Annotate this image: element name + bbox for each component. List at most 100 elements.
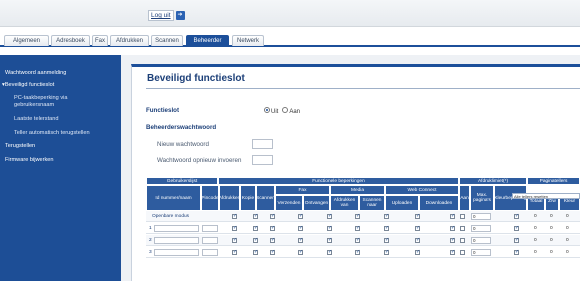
table-row: 2 0 0 0 0 — [146, 235, 580, 246]
checkbox[interactable] — [514, 213, 519, 219]
checkbox[interactable] — [270, 237, 275, 243]
checkbox[interactable] — [415, 249, 420, 255]
checkbox[interactable] — [460, 250, 465, 255]
top-bar: Log uit ➜ — [0, 0, 580, 27]
tab-fax[interactable]: Fax — [92, 35, 108, 46]
tab-bar: Algemeen Adresboek Fax Afdrukken Scannen… — [0, 35, 580, 47]
checkbox[interactable] — [460, 214, 465, 219]
header-downloaden: Downloaden — [419, 195, 459, 211]
tab-algemeen[interactable]: Algemeen — [4, 35, 49, 46]
checkbox[interactable] — [232, 213, 237, 219]
checkbox[interactable] — [514, 249, 519, 255]
header-gebruikerslijst: Gebruikerslijst — [146, 177, 218, 185]
counter-color: 0 — [566, 238, 569, 243]
table-row: 3 0 0 0 0 — [146, 247, 580, 258]
checkbox[interactable] — [327, 213, 332, 219]
radio-aan-button[interactable] — [282, 107, 289, 113]
checkbox[interactable] — [355, 237, 360, 243]
checkbox[interactable] — [298, 213, 303, 219]
checkbox[interactable] — [384, 237, 389, 243]
header-ontvangen: Ontvangen — [303, 195, 330, 211]
sidebar-item-beveiligd-functieslot[interactable]: ▾Beveiligd functieslot — [2, 82, 54, 89]
checkbox[interactable] — [270, 249, 275, 255]
checkbox[interactable] — [327, 237, 332, 243]
checkbox[interactable] — [253, 237, 258, 243]
checkbox[interactable] — [232, 237, 237, 243]
checkbox[interactable] — [460, 226, 465, 231]
checkbox[interactable] — [450, 249, 455, 255]
sidebar-item-laatste-tellerstand[interactable]: Laatste telerstand — [14, 116, 58, 123]
checkbox[interactable] — [253, 213, 258, 219]
checkbox[interactable] — [298, 249, 303, 255]
checkbox[interactable] — [327, 249, 332, 255]
checkbox[interactable] — [415, 237, 420, 243]
sidebar-item-wachtwoord-aanmelding[interactable]: Wachtwoord aanmelding — [5, 70, 66, 77]
checkbox[interactable] — [384, 225, 389, 231]
max-pages-input[interactable]: 0 — [471, 225, 491, 232]
arrow-right-icon[interactable]: ➜ — [175, 11, 185, 20]
max-pages-input[interactable]: 0 — [471, 237, 491, 244]
max-pages-input[interactable]: 0 — [471, 213, 491, 220]
header-uploaden: Uploaden — [385, 195, 419, 211]
radio-aan[interactable]: Aan — [282, 107, 300, 115]
pin-input[interactable] — [202, 237, 218, 244]
checkbox[interactable] — [450, 237, 455, 243]
tab-scannen[interactable]: Scannen — [151, 35, 183, 46]
checkbox[interactable] — [355, 249, 360, 255]
checkbox[interactable] — [460, 238, 465, 243]
counter-color: 0 — [566, 214, 569, 219]
counter-total: 0 — [534, 226, 537, 231]
reset-counters-select[interactable]: Alle tellers resetten — [512, 193, 580, 199]
checkbox[interactable] — [514, 237, 519, 243]
header-aan: Aan — [459, 185, 470, 211]
retype-password-label: Wachtwoord opnieuw invoeren — [157, 157, 242, 164]
header-fax: Fax — [275, 185, 330, 195]
checkbox[interactable] — [514, 225, 519, 231]
checkbox[interactable] — [298, 225, 303, 231]
pin-input[interactable] — [202, 249, 218, 256]
sidebar-item-terugstellen[interactable]: Terugstellen — [5, 143, 35, 150]
radio-uit-label: Uit — [271, 109, 279, 115]
logout-label[interactable]: Log uit — [148, 10, 174, 21]
row-number: 3 — [149, 250, 152, 255]
tab-afdrukken[interactable]: Afdrukken — [110, 35, 149, 46]
counter-color: 0 — [566, 250, 569, 255]
checkbox[interactable] — [415, 225, 420, 231]
checkbox[interactable] — [298, 237, 303, 243]
checkbox[interactable] — [450, 213, 455, 219]
new-password-field[interactable] — [252, 139, 273, 149]
checkbox[interactable] — [232, 249, 237, 255]
max-pages-input[interactable]: 0 — [471, 249, 491, 256]
checkbox[interactable] — [253, 225, 258, 231]
user-name-input[interactable] — [154, 249, 199, 256]
sidebar-item-teller-terugstellen[interactable]: Teller automatisch terugstellen — [14, 130, 90, 137]
counter-total: 0 — [534, 214, 537, 219]
sidebar-item-pc-taakbeperking[interactable]: PC-taakbeperking via — [14, 95, 67, 102]
sidebar-item-firmware-bijwerken[interactable]: Firmware bijwerken — [5, 157, 54, 164]
radio-uit-button[interactable] — [264, 107, 270, 113]
header-max-pagina: Max. pagina's — [470, 185, 494, 211]
checkbox[interactable] — [450, 225, 455, 231]
tab-adresboek[interactable]: Adresboek — [51, 35, 90, 46]
checkbox[interactable] — [270, 225, 275, 231]
checkbox[interactable] — [270, 213, 275, 219]
checkbox[interactable] — [232, 225, 237, 231]
retype-password-field[interactable] — [252, 155, 273, 165]
checkbox[interactable] — [327, 225, 332, 231]
checkbox[interactable] — [384, 213, 389, 219]
pin-input[interactable] — [202, 225, 218, 232]
checkbox[interactable] — [355, 225, 360, 231]
radio-uit[interactable]: Uit — [264, 107, 278, 115]
checkbox[interactable] — [253, 249, 258, 255]
user-name-input[interactable] — [154, 237, 199, 244]
header-afdruklimiet: Afdruklimiet(*) — [459, 177, 527, 185]
logout-button[interactable]: Log uit ➜ — [148, 10, 185, 21]
checkbox[interactable] — [355, 213, 360, 219]
tab-netwerk[interactable]: Netwerk — [232, 35, 264, 46]
sidebar-item-gebruikersnaam[interactable]: gebruikersnaam — [14, 102, 54, 109]
checkbox[interactable] — [415, 213, 420, 219]
tab-beheerder[interactable]: Beheerder — [186, 35, 229, 46]
user-name-input[interactable] — [154, 225, 199, 232]
counter-bw: 0 — [550, 238, 553, 243]
checkbox[interactable] — [384, 249, 389, 255]
